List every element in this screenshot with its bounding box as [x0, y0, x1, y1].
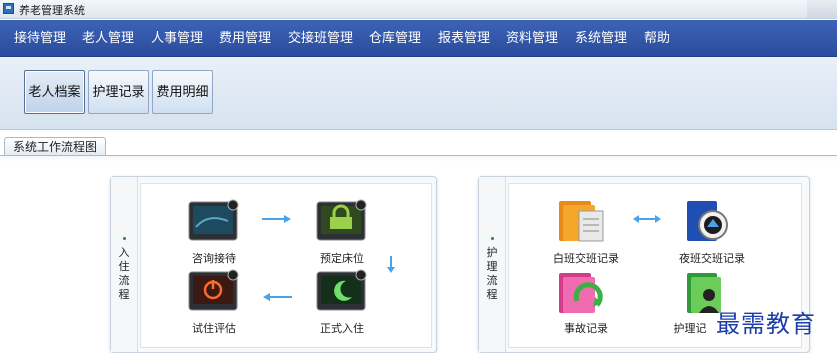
trial-assessment-icon[interactable]: [188, 269, 240, 313]
bed-reservation-icon[interactable]: [316, 199, 368, 243]
elderly-records-button[interactable]: 老人档案: [24, 70, 85, 114]
menu-reports[interactable]: 报表管理: [438, 30, 490, 48]
menu-fees[interactable]: 费用管理: [219, 30, 271, 48]
label-char: 流: [486, 274, 498, 287]
fee-details-button[interactable]: 费用明细: [152, 70, 213, 114]
label-char: 程: [118, 288, 130, 301]
menu-reception[interactable]: 接待管理: [14, 30, 66, 48]
node-label: 白班交班记录: [553, 252, 619, 265]
arrow-down-icon: [387, 256, 395, 273]
menu-elderly[interactable]: 老人管理: [82, 30, 134, 48]
tab-workflow-diagram[interactable]: 系统工作流程图: [4, 137, 107, 156]
node-label: 咨询接待: [192, 252, 236, 265]
label-char: 护: [486, 246, 498, 259]
arrow-right-icon: [262, 215, 291, 223]
night-shift-handover-icon[interactable]: [683, 197, 735, 241]
window-controls[interactable]: [807, 0, 837, 18]
label-char: 程: [486, 288, 498, 301]
toolbar: 老人档案 护理记录 费用明细: [0, 57, 837, 130]
title-bar: 养老管理系统: [0, 0, 837, 19]
menu-bar: 接待管理 老人管理 人事管理 费用管理 交接班管理 仓库管理 报表管理 资料管理…: [0, 20, 837, 57]
menu-warehouse[interactable]: 仓库管理: [369, 30, 421, 48]
app-icon: [3, 3, 14, 14]
admission-flow-label: 入 住 流 程: [111, 177, 138, 352]
label-char: 理: [486, 260, 498, 273]
nursing-flow-label: 护 理 流 程: [479, 177, 506, 352]
accident-record-icon[interactable]: [557, 269, 609, 313]
label-char: 住: [118, 260, 130, 273]
arrow-bidirectional-icon: [633, 215, 661, 223]
window-title: 养老管理系统: [19, 4, 85, 17]
arrow-left-icon: [263, 293, 292, 301]
menu-help[interactable]: 帮助: [644, 30, 670, 48]
formal-admission-icon[interactable]: [316, 269, 368, 313]
node-label: 正式入住: [320, 322, 364, 335]
menu-shift-handover[interactable]: 交接班管理: [288, 30, 353, 48]
menu-personnel[interactable]: 人事管理: [151, 30, 203, 48]
label-char: 流: [118, 274, 130, 287]
node-label: 夜班交班记录: [679, 252, 745, 265]
node-label: 事故记录: [564, 322, 608, 335]
node-label: 试住评估: [192, 322, 236, 335]
menu-documents[interactable]: 资料管理: [506, 30, 558, 48]
label-char: 入: [118, 246, 130, 259]
day-shift-handover-icon[interactable]: [557, 197, 609, 242]
consultation-reception-icon[interactable]: [188, 199, 240, 243]
node-label: 预定床位: [320, 252, 364, 265]
watermark: 最需教育: [716, 310, 816, 338]
nursing-records-button[interactable]: 护理记录: [88, 70, 149, 114]
menu-system[interactable]: 系统管理: [575, 30, 627, 48]
